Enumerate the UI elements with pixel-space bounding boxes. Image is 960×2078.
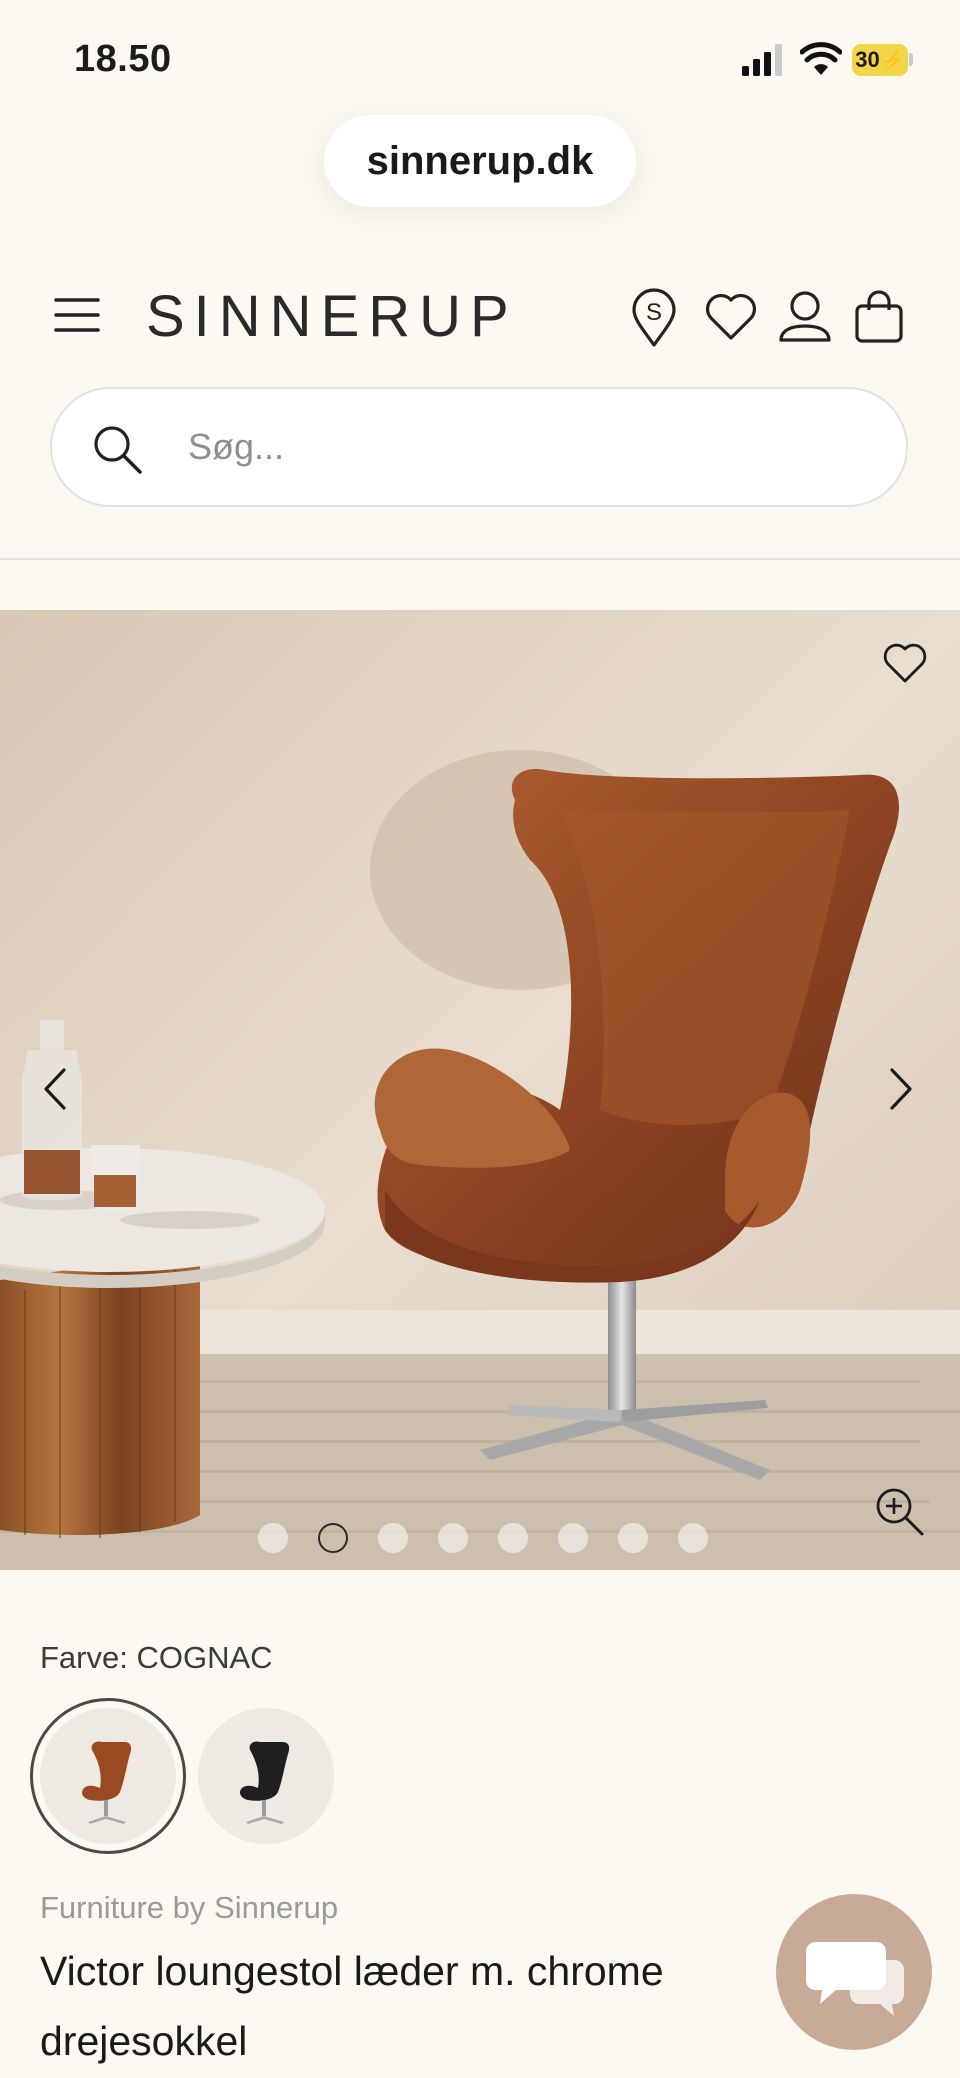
carousel-dot[interactable] bbox=[618, 1523, 648, 1553]
menu-icon[interactable] bbox=[54, 297, 100, 333]
url-bar[interactable]: sinnerup.dk bbox=[324, 115, 636, 207]
black-chair-thumbnail bbox=[240, 1741, 290, 1824]
product-title: Victor loungestol læder m. chrome drejes… bbox=[40, 1948, 664, 2064]
store-locator-icon[interactable]: S bbox=[630, 288, 678, 348]
battery-tip bbox=[909, 53, 913, 66]
user-icon[interactable] bbox=[778, 290, 832, 346]
charging-icon: ⚡ bbox=[879, 49, 905, 72]
product-brand[interactable]: Furniture by Sinnerup bbox=[40, 1890, 338, 1926]
wifi-icon bbox=[800, 42, 842, 75]
cognac-chair-thumbnail bbox=[82, 1741, 132, 1824]
shopping-bag-icon[interactable] bbox=[854, 290, 904, 344]
chevron-left-icon[interactable] bbox=[40, 1066, 70, 1112]
carousel-dot[interactable] bbox=[498, 1523, 528, 1553]
chevron-right-icon[interactable] bbox=[886, 1066, 916, 1112]
header-divider bbox=[0, 558, 960, 560]
carousel-dot[interactable] bbox=[558, 1523, 588, 1553]
carousel-dot[interactable] bbox=[678, 1523, 708, 1553]
url-text: sinnerup.dk bbox=[366, 138, 594, 183]
color-swatch-cognac[interactable] bbox=[40, 1708, 176, 1844]
carousel-dot[interactable] bbox=[258, 1523, 288, 1553]
chat-button[interactable] bbox=[776, 1894, 932, 2050]
heart-icon[interactable] bbox=[704, 292, 758, 342]
battery-level: 30 bbox=[855, 47, 880, 72]
chat-icon bbox=[806, 1942, 904, 2016]
carousel-dot-active[interactable] bbox=[318, 1523, 348, 1553]
brand-logo[interactable]: SINNERUP bbox=[146, 284, 518, 350]
carousel-dot[interactable] bbox=[438, 1523, 468, 1553]
image-favorite-icon[interactable] bbox=[882, 642, 928, 684]
status-time: 18.50 bbox=[74, 38, 172, 80]
product-photo-illustration bbox=[0, 610, 960, 1570]
zoom-in-icon[interactable] bbox=[874, 1486, 926, 1538]
search-icon bbox=[94, 426, 142, 474]
color-swatch-black[interactable] bbox=[198, 1708, 334, 1844]
carousel-dot[interactable] bbox=[378, 1523, 408, 1553]
signal-icon bbox=[742, 44, 782, 76]
search-input[interactable] bbox=[188, 417, 848, 477]
product-image[interactable] bbox=[0, 610, 960, 1570]
color-label: Farve: COGNAC bbox=[40, 1640, 273, 1675]
battery-indicator: 30 ⚡ bbox=[852, 44, 908, 76]
svg-text:S: S bbox=[646, 299, 662, 326]
